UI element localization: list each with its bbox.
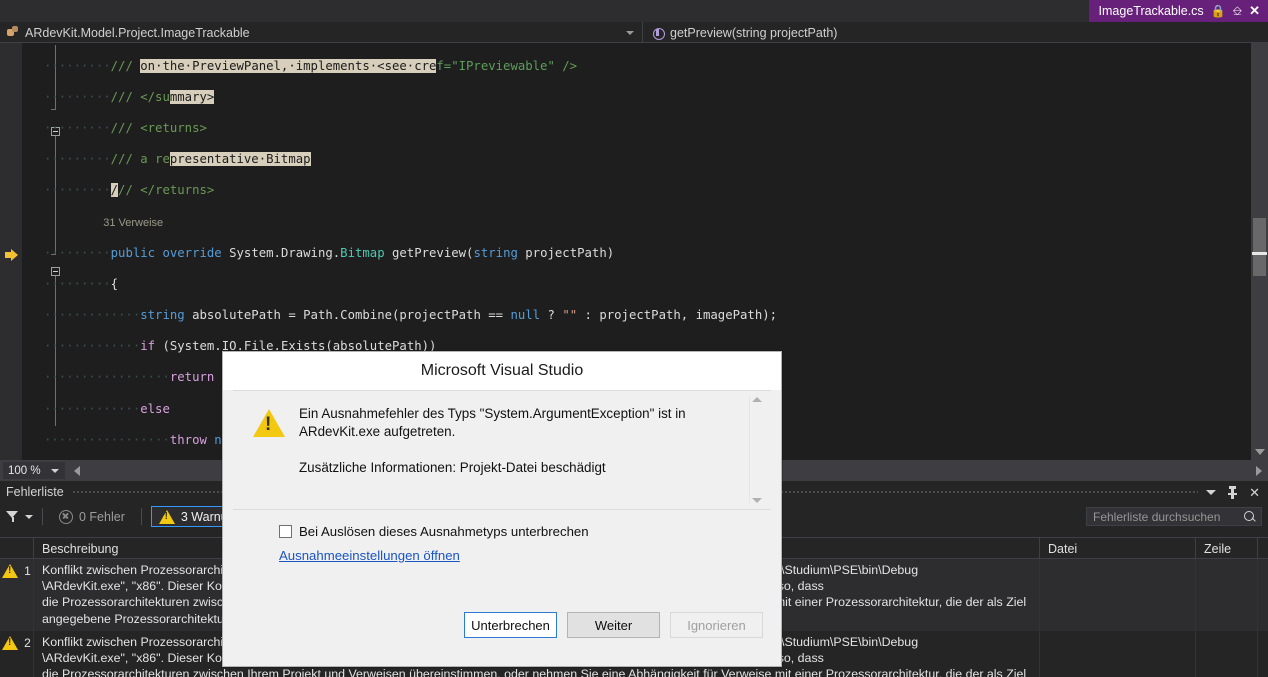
class-dropdown[interactable]: ARdevKit.Model.Project.ImageTrackable — [0, 22, 642, 43]
codelens-references[interactable]: 31 Verweise — [44, 215, 1251, 231]
break-on-exception-checkbox-row[interactable]: Bei Auslösen dieses Ausnahmetyps unterbr… — [279, 524, 781, 539]
column-header-line[interactable]: Zeile — [1196, 538, 1258, 560]
code-line: ·············string absolutePath = Path.… — [44, 308, 778, 323]
row-file — [1040, 630, 1196, 677]
close-icon[interactable]: ✕ — [1249, 486, 1260, 499]
method-icon — [651, 26, 665, 40]
dialog-body: Bei Auslösen dieses Ausnahmetyps unterbr… — [223, 510, 781, 565]
filter-icon[interactable] — [6, 510, 19, 523]
chevron-up-icon[interactable] — [751, 397, 762, 402]
break-on-exception-checkbox[interactable] — [279, 525, 292, 538]
ignore-button[interactable]: Ignorieren — [670, 612, 763, 638]
dialog-message-area: Ein Ausnahmefehler des Typs "System.Argu… — [233, 390, 771, 510]
error-list-search[interactable]: Fehlerliste durchsuchen — [1086, 507, 1262, 526]
outlining-gutter[interactable] — [22, 43, 60, 460]
error-list-title: Fehlerliste — [6, 485, 64, 499]
row-severity: 2 — [0, 630, 34, 677]
dialog-message-line1: Ein Ausnahmefehler des Typs "System.Argu… — [299, 406, 686, 439]
row-file — [1040, 559, 1196, 631]
chevron-down-icon[interactable] — [25, 514, 33, 519]
scrollbar-thumb[interactable] — [1253, 218, 1266, 276]
column-header-file[interactable]: Datei — [1040, 538, 1196, 560]
zoom-level-label: 100 % — [8, 464, 41, 477]
open-exception-settings-link[interactable]: Ausnahmeeinstellungen öffnen — [279, 548, 460, 563]
chevron-down-icon[interactable] — [1206, 489, 1217, 495]
warning-icon — [158, 509, 175, 524]
warning-icon — [2, 564, 19, 578]
errors-label: 0 Fehler — [79, 509, 125, 524]
breakpoint-gutter[interactable] — [0, 43, 22, 460]
document-tab-label: ImageTrackable.cs — [1098, 4, 1204, 18]
code-line: ·········/// a representative·Bitmap — [44, 152, 311, 167]
errors-toggle[interactable]: 0 Fehler — [52, 506, 132, 527]
pin-icon[interactable]: 🔒 — [1211, 5, 1226, 17]
row-index: 1 — [24, 564, 31, 578]
dialog-message-text: Ein Ausnahmefehler des Typs "System.Argu… — [299, 405, 771, 509]
code-line: ·········/// </returns> — [44, 183, 215, 198]
chevron-down-icon[interactable] — [626, 30, 634, 35]
code-line: ·········/// <returns> — [44, 120, 207, 135]
continue-button[interactable]: Weiter — [567, 612, 660, 638]
toolbar-separator — [140, 508, 142, 525]
break-button[interactable]: Unterbrechen — [464, 612, 557, 638]
row-index: 2 — [24, 635, 31, 650]
dialog-message-scrollbar[interactable] — [749, 397, 763, 503]
search-icon[interactable] — [1244, 511, 1256, 523]
code-line: ·········public override System.Drawing.… — [44, 245, 615, 260]
code-line: ·········{ — [44, 276, 119, 291]
current-statement-arrow-icon — [5, 248, 18, 261]
scroll-down-icon[interactable] — [1255, 449, 1265, 455]
navigation-bar: ARdevKit.Model.Project.ImageTrackable ge… — [0, 22, 1268, 43]
editor-vertical-scrollbar[interactable] — [1251, 43, 1268, 460]
column-header-icon[interactable] — [0, 538, 34, 560]
zoom-level-dropdown[interactable]: 100 % — [2, 461, 66, 480]
search-placeholder: Fehlerliste durchsuchen — [1093, 509, 1221, 524]
error-icon — [59, 509, 73, 524]
exception-dialog: Microsoft Visual Studio Ein Ausnahmefehl… — [222, 351, 782, 667]
warning-icon — [2, 635, 19, 650]
warning-icon — [253, 409, 285, 437]
close-icon[interactable]: ✕ — [1249, 3, 1260, 19]
document-tab-imagetrackable[interactable]: ImageTrackable.cs 🔒 ⎒ ✕ — [1088, 0, 1268, 22]
class-dropdown-label: ARdevKit.Model.Project.ImageTrackable — [25, 25, 250, 40]
dialog-message-line2: Zusätzliche Informationen: Projekt-Datei… — [299, 460, 606, 475]
scroll-left-icon[interactable] — [74, 465, 80, 476]
toolbar-separator — [42, 508, 43, 525]
caret-position-marker — [1252, 252, 1267, 255]
chevron-down-icon[interactable] — [51, 468, 59, 473]
code-line: ·········/// on·the·PreviewPanel,·implem… — [44, 58, 578, 73]
member-dropdown[interactable]: getPreview(string projectPath) — [642, 22, 1268, 43]
document-tab-strip: ImageTrackable.cs 🔒 ⎒ ✕ — [0, 0, 1268, 22]
row-line — [1196, 630, 1258, 677]
chevron-down-icon[interactable] — [751, 498, 762, 503]
scroll-right-icon[interactable] — [1256, 465, 1262, 476]
row-line — [1196, 559, 1258, 631]
member-dropdown-label: getPreview(string projectPath) — [670, 25, 838, 40]
row-severity: 1 — [0, 559, 34, 631]
code-line: ·········/// </summary> — [44, 89, 215, 104]
float-icon[interactable]: ⎒ — [1233, 5, 1242, 17]
break-on-exception-label: Bei Auslösen dieses Ausnahmetyps unterbr… — [299, 524, 589, 539]
visual-studio-window: ImageTrackable.cs 🔒 ⎒ ✕ ARdevKit.Model.P… — [0, 0, 1268, 677]
dialog-button-row: Unterbrechen Weiter Ignorieren — [223, 612, 781, 638]
class-icon — [6, 26, 19, 39]
pin-icon[interactable] — [1227, 485, 1238, 499]
dialog-title: Microsoft Visual Studio — [223, 352, 781, 390]
